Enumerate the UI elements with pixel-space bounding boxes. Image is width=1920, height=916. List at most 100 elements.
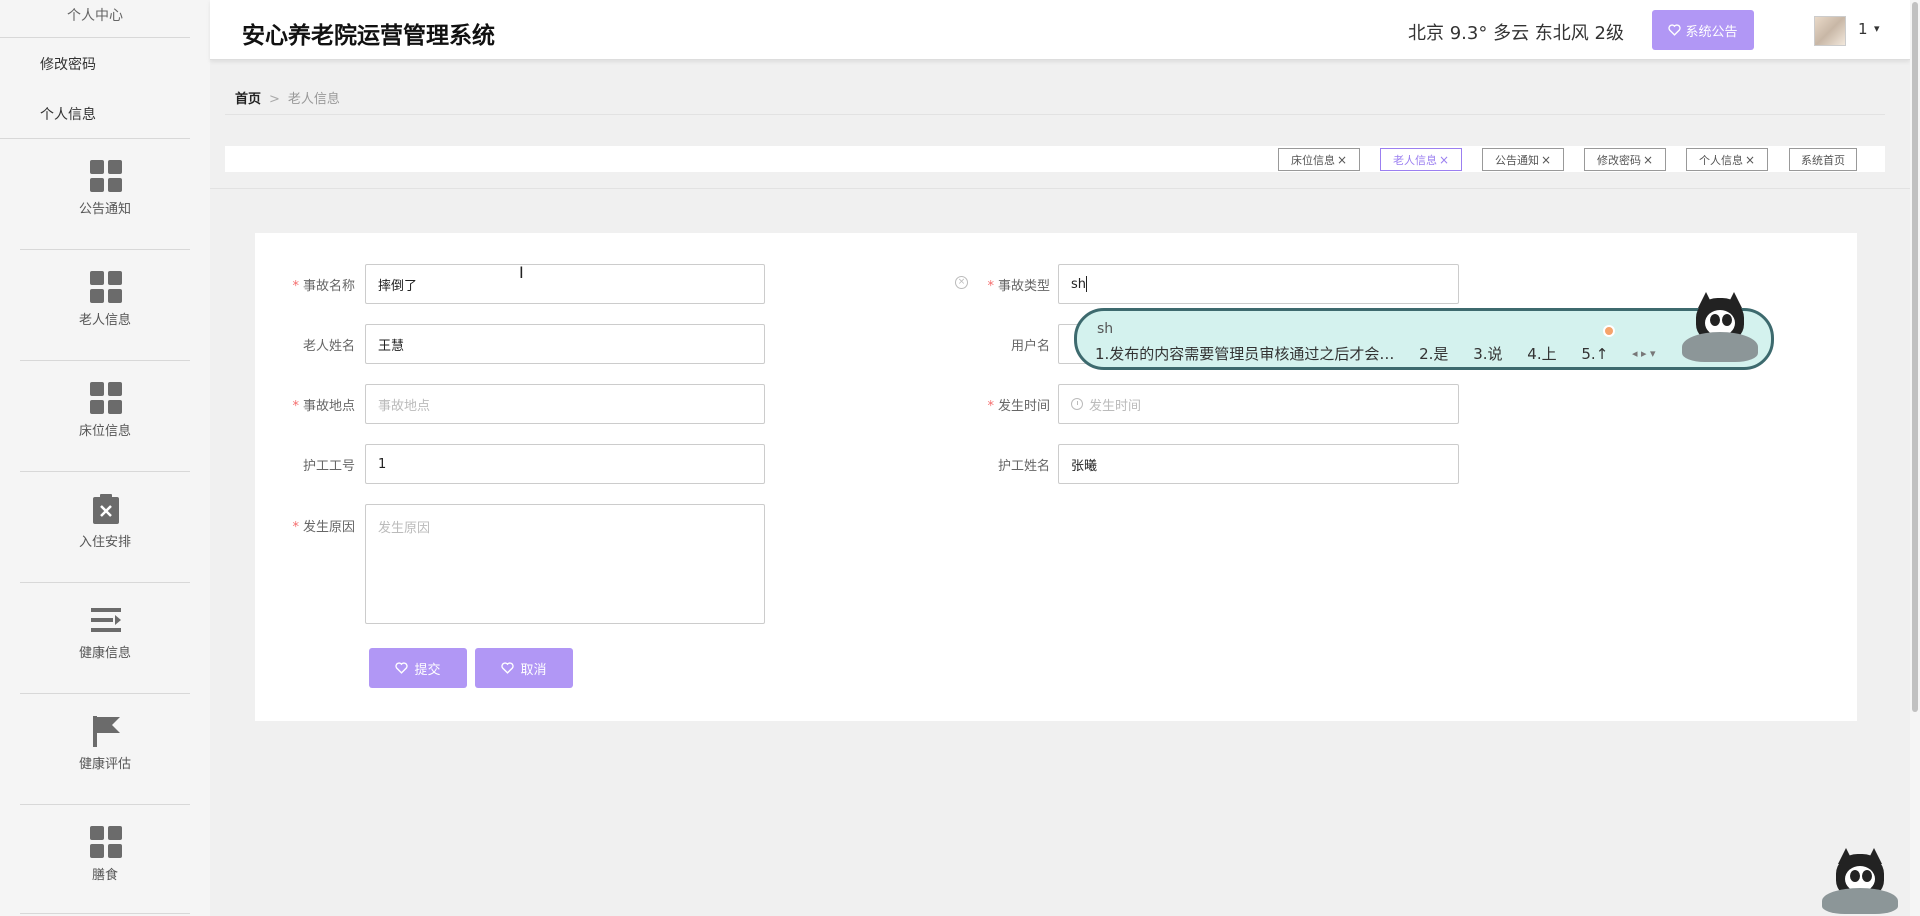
avatar[interactable] bbox=[1814, 16, 1846, 46]
ime-candidate[interactable]: 3.说 bbox=[1473, 345, 1502, 363]
grid-icon bbox=[90, 826, 122, 858]
system-notice-label: 系统公告 bbox=[1685, 24, 1738, 40]
field-label-text: 事故类型 bbox=[997, 279, 1050, 294]
field-label-text: 发生原因 bbox=[302, 520, 355, 535]
breadcrumb-separator: > bbox=[269, 92, 280, 107]
field-label-text: 老人姓名 bbox=[302, 339, 355, 354]
close-icon[interactable]: × bbox=[1643, 153, 1653, 167]
time-picker-input[interactable]: 发生时间 bbox=[1058, 384, 1459, 424]
sidebar-item-health-info[interactable]: 健康信息 bbox=[20, 584, 190, 694]
sidebar-item-personal-center[interactable]: 个人中心 bbox=[0, 5, 190, 25]
accident-type-value: sh bbox=[1071, 276, 1087, 292]
cancel-button[interactable]: 取消 bbox=[475, 648, 573, 688]
ime-status-icon[interactable] bbox=[1603, 325, 1615, 337]
close-icon[interactable]: × bbox=[1541, 153, 1551, 167]
divider bbox=[225, 114, 1885, 115]
ime-candidate-popup[interactable]: sh 1.发布的内容需要管理员审核通过之后才会… 2.是 3.说 4.上 5.↑… bbox=[1074, 308, 1774, 370]
tab-home[interactable]: 系统首页 bbox=[1789, 148, 1857, 171]
ime-candidate[interactable]: 4.上 bbox=[1527, 345, 1556, 363]
breadcrumb-home[interactable]: 首页 bbox=[235, 92, 261, 107]
sidebar: 个人中心 修改密码 个人信息 公告通知 老人信息 床位信息 入住安排 健康信息 bbox=[0, 0, 210, 916]
grid-icon bbox=[90, 271, 122, 303]
divider bbox=[210, 188, 1910, 189]
tab-personal-info[interactable]: 个人信息 × bbox=[1686, 148, 1768, 171]
accident-name-input[interactable]: 摔倒了 bbox=[365, 264, 765, 304]
elder-name-input[interactable]: 王慧 bbox=[365, 324, 765, 364]
ime-page-nav[interactable]: ◂ ▸ ▾ bbox=[1632, 347, 1656, 360]
field-label-text: 事故名称 bbox=[302, 279, 355, 294]
tab-elder-info[interactable]: 老人信息 × bbox=[1380, 148, 1462, 171]
accident-type-input[interactable]: sh bbox=[1058, 264, 1459, 304]
location-input[interactable]: 事故地点 bbox=[365, 384, 765, 424]
system-notice-button[interactable]: 系统公告 bbox=[1652, 10, 1754, 50]
ime-candidate[interactable]: 1.发布的内容需要管理员审核通过之后才会… bbox=[1095, 345, 1394, 363]
required-mark: * bbox=[987, 399, 994, 414]
field-label-text: 护工工号 bbox=[302, 459, 355, 474]
nurse-name-label: 护工姓名 bbox=[940, 455, 1050, 474]
tab-bed-info[interactable]: 床位信息 × bbox=[1278, 148, 1360, 171]
field-label-text: 发生时间 bbox=[997, 399, 1050, 414]
sidebar-item-meals[interactable]: 膳食 bbox=[20, 806, 190, 916]
field-label-text: 事故地点 bbox=[302, 399, 355, 414]
close-icon[interactable]: × bbox=[1439, 153, 1449, 167]
sidebar-item-health-assessment[interactable]: 健康评估 bbox=[20, 695, 190, 805]
ime-mascot-image bbox=[1812, 848, 1904, 916]
field-label-text: 护工姓名 bbox=[997, 459, 1050, 474]
sidebar-item-label: 健康信息 bbox=[78, 646, 131, 661]
submit-button[interactable]: 提交 bbox=[369, 648, 467, 688]
divider bbox=[20, 804, 190, 805]
sidebar-item-label: 健康评估 bbox=[78, 757, 131, 772]
sidebar-item-bed-info[interactable]: 床位信息 bbox=[20, 362, 190, 472]
sidebar-item-checkin[interactable]: 入住安排 bbox=[20, 473, 190, 583]
close-icon[interactable]: × bbox=[1745, 153, 1755, 167]
sidebar-item-label: 入住安排 bbox=[78, 535, 131, 550]
clock-icon bbox=[1071, 398, 1083, 410]
sidebar-item-label: 膳食 bbox=[91, 868, 118, 883]
required-mark: * bbox=[292, 520, 299, 535]
submit-label: 提交 bbox=[414, 662, 441, 678]
nurse-id-label: 护工工号 bbox=[245, 455, 355, 474]
tab-change-password[interactable]: 修改密码 × bbox=[1584, 148, 1666, 171]
divider bbox=[20, 913, 190, 914]
breadcrumb: 首页 > 老人信息 bbox=[235, 88, 340, 107]
heart-icon bbox=[501, 662, 515, 674]
tab-label: 个人信息 bbox=[1698, 153, 1743, 167]
reason-textarea[interactable]: 发生原因 bbox=[365, 504, 765, 624]
username-label: 用户名 bbox=[940, 335, 1050, 354]
sidebar-item-elder-info[interactable]: 老人信息 bbox=[20, 251, 190, 361]
ime-candidate[interactable]: 2.是 bbox=[1419, 345, 1448, 363]
ime-candidate[interactable]: 5.↑ bbox=[1581, 345, 1608, 363]
scrollbar-thumb[interactable] bbox=[1912, 2, 1918, 712]
close-icon[interactable]: × bbox=[1337, 153, 1347, 167]
accident-type-label: * 事故类型 bbox=[940, 275, 1050, 294]
heart-icon bbox=[1668, 24, 1682, 36]
divider bbox=[20, 360, 190, 361]
required-mark: * bbox=[292, 399, 299, 414]
ime-mascot-image bbox=[1672, 292, 1764, 366]
page-scrollbar[interactable] bbox=[1910, 0, 1920, 916]
ime-input-text: sh bbox=[1097, 321, 1114, 337]
sidebar-item-personal-info[interactable]: 个人信息 bbox=[40, 104, 190, 124]
sidebar-item-announcements[interactable]: 公告通知 bbox=[20, 140, 190, 250]
chevron-down-icon[interactable]: ▾ bbox=[1874, 22, 1880, 35]
divider bbox=[20, 471, 190, 472]
tab-announcements[interactable]: 公告通知 × bbox=[1482, 148, 1564, 171]
flag-icon bbox=[93, 716, 120, 747]
reason-label: * 发生原因 bbox=[245, 516, 355, 535]
sidebar-item-change-password[interactable]: 修改密码 bbox=[40, 54, 190, 74]
location-label: * 事故地点 bbox=[245, 395, 355, 414]
breadcrumb-current: 老人信息 bbox=[287, 92, 340, 107]
text-cursor: I bbox=[519, 263, 524, 282]
user-name[interactable]: 1 bbox=[1858, 20, 1868, 38]
nurse-name-input[interactable]: 张曦 bbox=[1058, 444, 1459, 484]
clipboard-x-icon bbox=[93, 494, 119, 524]
nurse-id-input[interactable]: 1 bbox=[365, 444, 765, 484]
ime-candidate-list: 1.发布的内容需要管理员审核通过之后才会… 2.是 3.说 4.上 5.↑ bbox=[1095, 343, 1628, 364]
grid-icon bbox=[90, 160, 122, 192]
divider bbox=[0, 37, 190, 38]
tab-label: 老人信息 bbox=[1392, 153, 1437, 167]
app-title: 安心养老院运营管理系统 bbox=[242, 23, 495, 49]
cancel-label: 取消 bbox=[520, 662, 547, 678]
divider bbox=[0, 138, 190, 139]
grid-icon bbox=[90, 382, 122, 414]
